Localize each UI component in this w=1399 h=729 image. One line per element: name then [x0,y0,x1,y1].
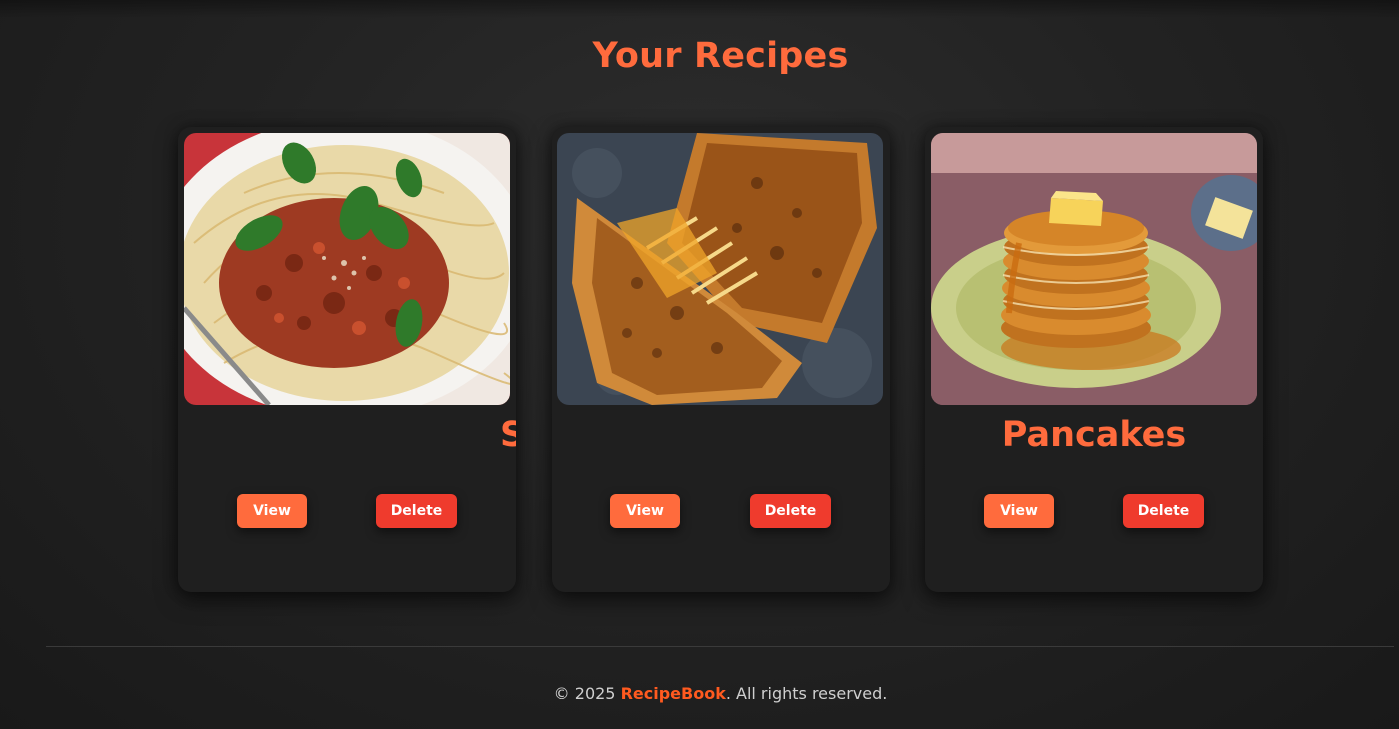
recipe-image-pancakes[interactable] [931,133,1257,405]
view-button[interactable]: View [237,494,307,528]
recipe-card-grilled-cheese: View Delete [552,127,890,592]
footer-divider [46,646,1394,647]
recipe-image-grilled-cheese[interactable] [557,133,883,405]
delete-button[interactable]: Delete [376,494,457,528]
footer-copyright: © 2025 [553,684,621,703]
recipe-card-pancakes: Pancakes View Delete [925,127,1263,592]
recipe-image-spaghetti[interactable] [184,133,510,405]
page: Your Recipes S View Delete View Delete P… [0,0,1399,729]
delete-button[interactable]: Delete [1123,494,1204,528]
footer-brand-link[interactable]: RecipeBook [621,684,726,703]
recipe-card-spaghetti: Spaghetti View Delete [178,127,516,592]
footer: © 2025 RecipeBook. All rights reserved. [0,684,1399,703]
view-button[interactable]: View [610,494,680,528]
recipe-title: Pancakes [1001,415,1187,455]
recipe-title: Spaghetti [500,415,516,455]
page-title: Your Recipes [592,36,849,76]
delete-button[interactable]: Delete [750,494,831,528]
view-button[interactable]: View [984,494,1054,528]
footer-rights: . All rights reserved. [725,684,888,703]
top-shadow [0,0,1399,18]
